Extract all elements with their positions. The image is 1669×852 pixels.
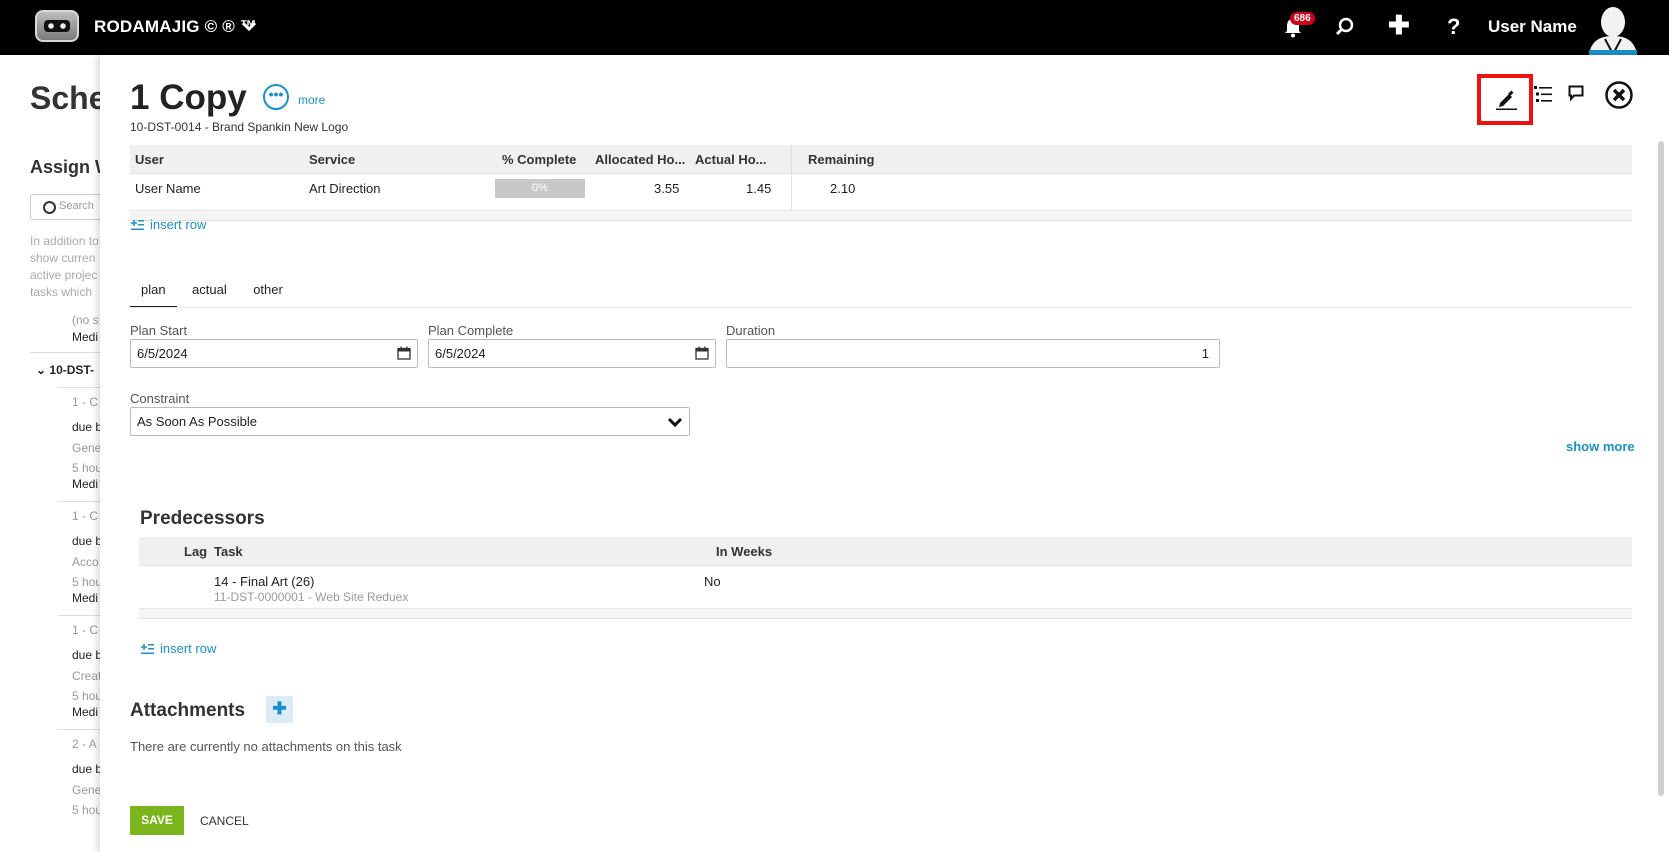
constraint-label: Constraint bbox=[130, 391, 190, 406]
background-help-text: In addition to show curren active projec… bbox=[30, 234, 99, 299]
list-item[interactable]: Medi bbox=[72, 591, 98, 605]
pencil-icon[interactable] bbox=[1495, 88, 1517, 110]
task-detail-panel: 1 Copy ••• more 10-DST-0014 - Brand Span… bbox=[100, 55, 1669, 852]
list-item[interactable]: Acco bbox=[72, 555, 99, 569]
assignments-table: User Service % Complete Allocated Ho... … bbox=[130, 145, 1632, 221]
chevron-down-icon[interactable] bbox=[667, 415, 683, 429]
tab-other[interactable]: other bbox=[242, 282, 294, 308]
duration-label: Duration bbox=[726, 323, 776, 338]
project-group-toggle[interactable]: ⌄ 10-DST- bbox=[36, 363, 94, 377]
save-button[interactable]: SAVE bbox=[130, 806, 184, 835]
tab-bar: plan actual other bbox=[130, 281, 294, 308]
plus-icon[interactable]: ✚ bbox=[1388, 12, 1410, 38]
progress-bar: 0% bbox=[495, 179, 585, 198]
list-item[interactable]: due b bbox=[72, 762, 100, 776]
list-item[interactable]: Medi bbox=[72, 477, 98, 491]
column-header[interactable]: Lag bbox=[184, 544, 207, 559]
list-item[interactable]: (no s bbox=[72, 313, 99, 327]
list-item[interactable]: due b bbox=[72, 420, 100, 434]
more-link[interactable]: more bbox=[298, 93, 325, 107]
attachments-empty-text: There are currently no attachments on th… bbox=[130, 739, 402, 754]
list-item[interactable]: Medi bbox=[72, 705, 98, 719]
list-icon[interactable] bbox=[1534, 85, 1552, 103]
predecessor-task: 14 - Final Art (26) bbox=[214, 574, 315, 589]
list-item[interactable]: Medi bbox=[72, 330, 98, 344]
calendar-icon[interactable] bbox=[695, 346, 709, 360]
background-title: Sche bbox=[30, 80, 100, 116]
tab-plan[interactable]: plan bbox=[130, 282, 177, 308]
table-row[interactable]: User Name Art Direction 0% 3.55 1.45 2.1… bbox=[130, 174, 1632, 211]
table-row[interactable]: 14 - Final Art (26) 11-DST-0000001 - Web… bbox=[139, 566, 1632, 609]
list-item[interactable]: Creat bbox=[72, 669, 100, 683]
list-item[interactable]: 5 hou bbox=[72, 461, 100, 475]
column-header[interactable]: Remaining bbox=[808, 152, 874, 167]
background-page: Sche Assign W Search In addition to show… bbox=[0, 55, 100, 852]
project-subtitle: 10-DST-0014 - Brand Spankin New Logo bbox=[130, 120, 349, 134]
table-header: User Service % Complete Allocated Ho... … bbox=[130, 145, 1632, 174]
cell-allocated-hours: 3.55 bbox=[654, 181, 680, 196]
list-item[interactable]: 1 - C bbox=[72, 623, 98, 637]
plan-complete-field[interactable]: 6/5/2024 bbox=[428, 339, 716, 368]
task-title: 1 Copy bbox=[130, 78, 247, 117]
background-search-input[interactable]: Search bbox=[30, 194, 100, 220]
notification-badge: 686 bbox=[1290, 12, 1315, 25]
list-item[interactable]: due b bbox=[72, 648, 100, 662]
column-header[interactable]: Service bbox=[309, 152, 355, 167]
predecessors-title: Predecessors bbox=[140, 508, 265, 529]
background-subtitle: Assign W bbox=[30, 157, 100, 177]
constraint-select[interactable]: As Soon As Possible bbox=[130, 407, 690, 436]
predecessors-table: Lag Task In Weeks 14 - Final Art (26) 11… bbox=[139, 537, 1632, 619]
duration-field[interactable]: 1 bbox=[726, 339, 1220, 368]
show-more-link[interactable]: show more bbox=[1566, 439, 1635, 454]
column-header[interactable]: Task bbox=[214, 544, 243, 559]
list-item[interactable]: 2 - A bbox=[72, 737, 97, 751]
column-header[interactable]: User bbox=[135, 152, 164, 167]
close-icon[interactable] bbox=[1605, 81, 1633, 109]
ellipsis-icon[interactable]: ••• bbox=[263, 84, 289, 110]
column-header[interactable]: In Weeks bbox=[716, 544, 772, 559]
list-item[interactable]: Gene bbox=[72, 441, 100, 455]
column-header[interactable]: Actual Ho... bbox=[695, 152, 767, 167]
search-icon[interactable] bbox=[1334, 16, 1356, 38]
list-item[interactable]: Gene bbox=[72, 783, 100, 797]
tab-actual[interactable]: actual bbox=[181, 282, 238, 308]
cell-service: Art Direction bbox=[309, 181, 381, 196]
scrollbar[interactable] bbox=[1658, 141, 1664, 796]
help-icon[interactable]: ? bbox=[1447, 14, 1460, 40]
predecessor-in-weeks: No bbox=[704, 574, 721, 589]
list-item[interactable]: 1 - C bbox=[72, 509, 98, 523]
comment-icon[interactable] bbox=[1568, 85, 1584, 101]
column-header[interactable]: % Complete bbox=[502, 152, 576, 167]
chevron-down-icon[interactable] bbox=[242, 15, 256, 35]
insert-row-icon bbox=[131, 220, 144, 230]
column-header[interactable]: Allocated Ho... bbox=[595, 152, 685, 167]
table-header: Lag Task In Weeks bbox=[139, 537, 1632, 566]
calendar-icon[interactable] bbox=[397, 346, 411, 360]
top-navigation-bar: RODAMAJIG © ® ™ 686 ✚ ? User Name bbox=[0, 0, 1669, 55]
avatar[interactable] bbox=[1585, 2, 1639, 55]
list-item[interactable]: 5 hou bbox=[72, 803, 100, 817]
insert-row-button[interactable]: insert row bbox=[130, 217, 206, 232]
list-item[interactable]: due b bbox=[72, 534, 100, 548]
list-item[interactable]: 5 hou bbox=[72, 575, 100, 589]
logo-icon[interactable] bbox=[35, 10, 79, 42]
insert-row-button[interactable]: insert row bbox=[140, 641, 216, 656]
brand-name[interactable]: RODAMAJIG © ® ™ bbox=[94, 17, 257, 37]
list-item[interactable]: 5 hou bbox=[72, 689, 100, 703]
plan-start-label: Plan Start bbox=[130, 323, 188, 338]
list-item[interactable]: 1 - C bbox=[72, 395, 98, 409]
cancel-button[interactable]: CANCEL bbox=[200, 814, 249, 828]
user-name[interactable]: User Name bbox=[1488, 17, 1577, 37]
cell-user: User Name bbox=[135, 181, 201, 196]
insert-row-icon bbox=[141, 644, 154, 654]
add-attachment-button[interactable]: ✚ bbox=[266, 696, 293, 723]
cell-actual-hours: 1.45 bbox=[746, 181, 772, 196]
predecessor-project: 11-DST-0000001 - Web Site Reduex bbox=[214, 590, 409, 604]
plan-start-field[interactable]: 6/5/2024 bbox=[130, 339, 418, 368]
cell-remaining: 2.10 bbox=[830, 181, 856, 196]
plan-complete-label: Plan Complete bbox=[428, 323, 514, 338]
edit-button-highlight[interactable] bbox=[1477, 74, 1533, 125]
attachments-title: Attachments bbox=[130, 700, 246, 721]
